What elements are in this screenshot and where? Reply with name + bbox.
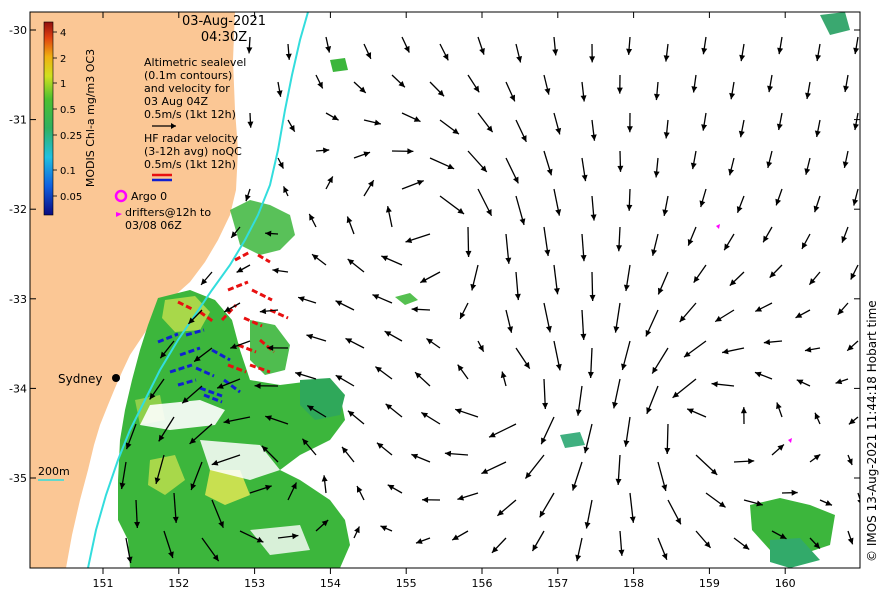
place-label-sydney: Sydney xyxy=(58,372,102,386)
colorbar-tick-label: 0.1 xyxy=(60,166,76,177)
depth-label: 200m xyxy=(38,465,70,478)
legend-altimetry-3: and velocity for xyxy=(144,82,230,95)
sydney-marker xyxy=(112,374,120,382)
y-tick-label: -34 xyxy=(9,382,27,395)
x-tick-label: 154 xyxy=(320,577,341,590)
colorbar-title: MODIS Chl-a mg/m3 OC3 xyxy=(84,49,97,187)
colorbar-tick-label: 2 xyxy=(60,54,66,65)
legend-hf-1: HF radar velocity xyxy=(144,132,239,145)
x-tick-label: 156 xyxy=(472,577,493,590)
colorbar-tick-label: 0.5 xyxy=(60,105,76,116)
legend-altimetry-2: (0.1m contours) xyxy=(144,69,232,82)
y-tick-label: -31 xyxy=(9,114,27,127)
legend-altimetry-5: 0.5m/s (1kt 12h) xyxy=(144,108,236,121)
map-figure: 151 152 153 154 155 156 157 158 159 160 -30 -31 -32… xyxy=(9,11,879,590)
legend-argo: Argo 0 xyxy=(131,190,167,203)
colorbar-tick-label: 4 xyxy=(60,28,66,39)
y-tick-label: -33 xyxy=(9,293,27,306)
y-tick-label: -35 xyxy=(9,472,27,485)
legend-hf-3: 0.5m/s (1kt 12h) xyxy=(144,158,236,171)
colorbar-tick-label: 0.05 xyxy=(60,192,82,203)
x-tick-label: 151 xyxy=(93,577,114,590)
x-tick-label: 152 xyxy=(168,577,189,590)
title-date: 03-Aug-2021 xyxy=(182,14,266,29)
colorbar-scale xyxy=(43,21,54,216)
colorbar-tick-label: 0.25 xyxy=(60,131,82,142)
legend-drifter-1: drifters@12h to xyxy=(125,206,211,219)
x-tick-label: 157 xyxy=(547,577,568,590)
credit-text: © IMOS 13-Aug-2021 11:44:18 Hobart time xyxy=(865,300,879,562)
colorbar-tick-label: 1 xyxy=(60,79,66,90)
legend-altimetry-1: Altimetric sealevel xyxy=(144,56,246,69)
y-tick-label: -32 xyxy=(9,203,27,216)
x-tick-label: 160 xyxy=(775,577,796,590)
legend-hf-2: (3-12h avg) noQC xyxy=(144,145,242,158)
legend-drifter-2: 03/08 06Z xyxy=(125,219,182,232)
x-tick-label: 158 xyxy=(623,577,644,590)
x-tick-label: 159 xyxy=(699,577,720,590)
x-tick-label: 153 xyxy=(244,577,265,590)
title-time: 04:30Z xyxy=(201,30,247,45)
legend-altimetry-4: 03 Aug 04Z xyxy=(144,95,208,108)
y-tick-label: -30 xyxy=(9,24,27,37)
x-tick-label: 155 xyxy=(396,577,417,590)
